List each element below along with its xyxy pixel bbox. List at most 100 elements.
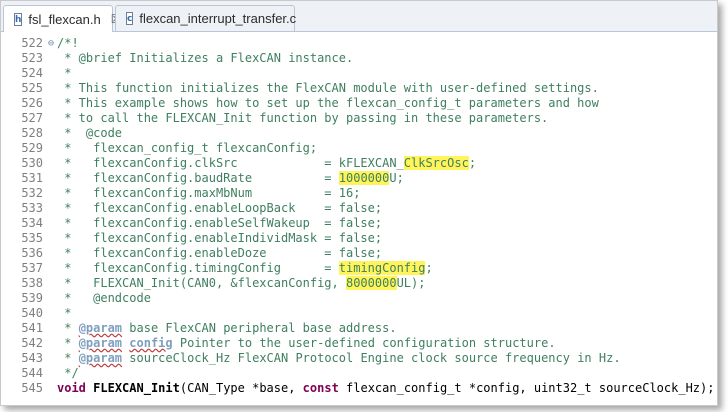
code-text: * @param base FlexCAN peripheral base ad…: [57, 321, 397, 336]
editor-window: h fsl_flexcan.h ☒ c flexcan_interrupt_tr…: [0, 0, 718, 406]
code-line[interactable]: 529 * flexcan_config_t flexcanConfig;: [1, 141, 717, 156]
fold-gutter: [45, 201, 57, 216]
code-line[interactable]: 544 */: [1, 366, 717, 381]
code-line[interactable]: 530 * flexcanConfig.clkSrc = kFLEXCAN_Cl…: [1, 156, 717, 171]
code-token: @param: [78, 336, 123, 350]
code-line[interactable]: 536 * flexcanConfig.enableDoze = false;: [1, 246, 717, 261]
line-number: 535: [21, 231, 43, 245]
line-number: 541: [21, 321, 43, 335]
code-token: @param: [78, 351, 123, 365]
tab-flexcan-interrupt-transfer-c[interactable]: c flexcan_interrupt_transfer.c: [115, 5, 297, 31]
code-token: flexcan_config_t *config, uint32_t sourc…: [338, 381, 715, 395]
fold-gutter: [45, 366, 57, 381]
tab-fsl-flexcan-h[interactable]: h fsl_flexcan.h ☒: [3, 5, 121, 32]
code-line[interactable]: 527 * to call the FLEXCAN_Init function …: [1, 111, 717, 126]
line-number: 528: [21, 126, 43, 140]
code-token: *: [57, 321, 79, 335]
line-number: 537: [21, 261, 43, 275]
line-number: 523: [21, 51, 43, 65]
code-text: *: [57, 66, 71, 81]
code-line[interactable]: 542 * @param config Pointer to the user-…: [1, 336, 717, 351]
code-line[interactable]: 528 * @code: [1, 126, 717, 141]
fold-gutter: [45, 126, 57, 141]
code-line[interactable]: 534 * flexcanConfig.enableSelfWakeup = f…: [1, 216, 717, 231]
line-number: 522: [21, 36, 43, 50]
fold-gutter: [45, 261, 57, 276]
code-text: * @endcode: [57, 291, 151, 306]
code-token: ;: [425, 261, 433, 275]
code-line[interactable]: 538 * FLEXCAN_Init(CAN0, &flexcanConfig,…: [1, 276, 717, 291]
highlighted-token: 1000000: [338, 171, 390, 185]
line-number: 533: [21, 201, 43, 215]
code-line[interactable]: 526 * This example shows how to set up t…: [1, 96, 717, 111]
tab-label: flexcan_interrupt_transfer.c: [139, 11, 297, 26]
code-text: void FLEXCAN_Init(CAN_Type *base, const …: [57, 381, 714, 396]
line-number: 532: [21, 186, 43, 200]
code-editor[interactable]: 522 ⊖/*! 523 * @brief Initializes a FlexCA…: [1, 32, 717, 405]
code-line[interactable]: 541 * @param base FlexCAN peripheral bas…: [1, 321, 717, 336]
code-line[interactable]: 545 void FLEXCAN_Init(CAN_Type *base, con…: [1, 381, 717, 396]
code-text: * to call the FLEXCAN_Init function by p…: [57, 111, 548, 126]
code-token: * flexcanConfig.maxMbNum = 16;: [57, 186, 361, 200]
code-text: * This example shows how to set up the f…: [57, 96, 599, 111]
fold-gutter: [45, 231, 57, 246]
fold-gutter: [45, 156, 57, 171]
code-line[interactable]: 532 * flexcanConfig.maxMbNum = 16;: [1, 186, 717, 201]
code-token: * @code: [57, 126, 123, 140]
code-line[interactable]: 522 ⊖/*!: [1, 36, 717, 51]
line-number: 529: [21, 141, 43, 155]
code-token: sourceClock_Hz FlexCAN Protocol Engine c…: [122, 351, 621, 365]
code-line[interactable]: 540 *: [1, 306, 717, 321]
fold-gutter: [45, 276, 57, 291]
line-number: 538: [21, 276, 43, 290]
code-line[interactable]: 539 * @endcode: [1, 291, 717, 306]
code-token: * flexcanConfig.enableIndividMask = fals…: [57, 231, 383, 245]
line-number: 543: [21, 351, 43, 365]
code-line[interactable]: 543 * @param sourceClock_Hz FlexCAN Prot…: [1, 351, 717, 366]
code-token: * FLEXCAN_Init(CAN0, &flexcanConfig,: [57, 276, 346, 290]
code-token: /*!: [57, 36, 79, 50]
code-line[interactable]: 525 * This function initializes the Flex…: [1, 81, 717, 96]
fold-gutter: [45, 66, 57, 81]
code-token: base FlexCAN peripheral base address.: [122, 321, 397, 335]
fold-gutter: [45, 81, 57, 96]
code-token: (CAN_Type *base,: [179, 381, 303, 395]
code-token: * This example shows how to set up the f…: [57, 96, 599, 110]
code-text: * @brief Initializes a FlexCAN instance.: [57, 51, 353, 66]
header-file-icon: h: [14, 12, 23, 26]
line-number: 539: [21, 291, 43, 305]
code-text: * flexcanConfig.clkSrc = kFLEXCAN_ClkSrc…: [57, 156, 476, 171]
code-line[interactable]: 524 *: [1, 66, 717, 81]
code-text: * flexcanConfig.timingConfig = timingCon…: [57, 261, 433, 276]
code-token: *: [57, 66, 72, 80]
code-token: * @brief Initializes a FlexCAN instance.: [57, 51, 354, 65]
code-token: * flexcanConfig.clkSrc = kFLEXCAN_: [57, 156, 404, 170]
code-line[interactable]: 535 * flexcanConfig.enableIndividMask = …: [1, 231, 717, 246]
tab-label: fsl_flexcan.h: [28, 11, 101, 27]
code-line[interactable]: 537 * flexcanConfig.timingConfig = timin…: [1, 261, 717, 276]
line-number: 542: [21, 336, 43, 350]
code-text: * This function initializes the FlexCAN …: [57, 81, 599, 96]
line-number: 530: [21, 156, 43, 170]
code-line[interactable]: 533 * flexcanConfig.enableLoopBack = fal…: [1, 201, 717, 216]
line-number: 545: [21, 381, 43, 395]
keyword-token: const: [302, 381, 339, 395]
code-line[interactable]: 523 * @brief Initializes a FlexCAN insta…: [1, 51, 717, 66]
code-token: Pointer to the user-defined configuratio…: [172, 336, 556, 350]
highlighted-token: timingConfig: [338, 261, 426, 275]
code-text: * flexcanConfig.enableSelfWakeup = false…: [57, 216, 382, 231]
line-number: 540: [21, 306, 43, 320]
fold-gutter: [45, 321, 57, 336]
fold-gutter: [45, 351, 57, 366]
line-number: 536: [21, 246, 43, 260]
line-number: 527: [21, 111, 43, 125]
code-token: @param: [78, 321, 123, 335]
line-number: 524: [21, 66, 43, 80]
editor-tab-bar: h fsl_flexcan.h ☒ c flexcan_interrupt_tr…: [1, 1, 717, 32]
fold-gutter: [45, 336, 57, 351]
fold-collapse-icon[interactable]: ⊖: [45, 36, 57, 51]
code-line[interactable]: 531 * flexcanConfig.baudRate = 1000000U;: [1, 171, 717, 186]
code-text: * flexcanConfig.enableLoopBack = false;: [57, 201, 382, 216]
code-token: config: [129, 336, 173, 350]
fold-gutter: [45, 381, 57, 396]
